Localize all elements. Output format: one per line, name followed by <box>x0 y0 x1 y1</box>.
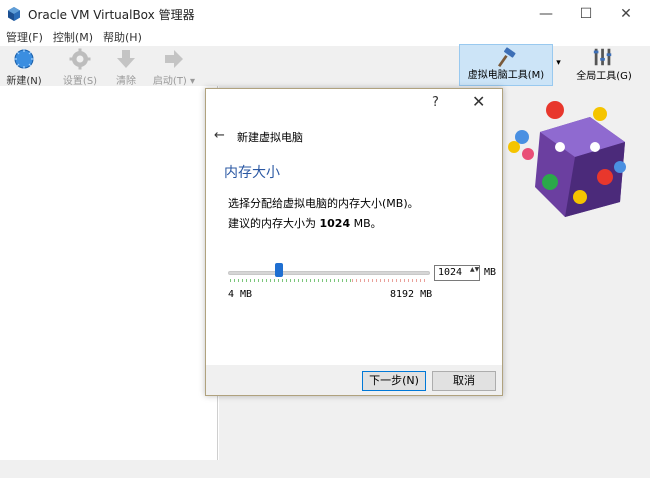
gear-icon <box>69 48 91 70</box>
recommended-memory-text: 建议的内存大小为 1024 MB。 <box>228 217 382 230</box>
menu-help[interactable]: 帮助(H) <box>103 29 142 45</box>
cancel-button[interactable]: 取消 <box>432 371 496 391</box>
start-arrow-icon <box>165 50 183 68</box>
new-vm-button[interactable]: 新建(N) <box>4 46 44 87</box>
menu-manage[interactable]: 管理(F) <box>6 29 43 45</box>
machine-tools-dropdown-icon[interactable]: ▾ <box>553 58 564 74</box>
menu-control[interactable]: 控制(M) <box>53 29 93 45</box>
slider-min-label: 4 MB <box>228 289 253 300</box>
wizard-title: 新建虚拟电脑 <box>237 131 303 144</box>
slider-max-label: 8192 MB <box>390 289 433 300</box>
new-vm-wizard-dialog: ? ✕ ← 新建虚拟电脑 内存大小 选择分配给虚拟电脑的内存大小(MB)。 建议… <box>205 88 503 396</box>
memory-slider-thumb[interactable] <box>275 263 284 277</box>
toolbar: 新建(N) 设置(S) 清除 启动(T) ▾ 虚拟电脑工具(M) ▾ 全局工具(… <box>0 44 650 87</box>
virtualbox-mascot-illustration <box>508 101 626 217</box>
start-button[interactable]: 启动(T) ▾ <box>150 46 198 87</box>
vm-list-panel[interactable] <box>0 86 218 460</box>
dialog-help-button[interactable]: ? <box>432 95 439 110</box>
new-vm-icon <box>14 49 34 69</box>
close-button[interactable]: ✕ <box>606 0 646 28</box>
memory-spinbox[interactable]: 1024 ▲▼ <box>434 265 480 281</box>
maximize-button[interactable]: ☐ <box>566 0 606 28</box>
memory-spinbox-value[interactable]: 1024 <box>438 267 462 278</box>
window-title: Oracle VM VirtualBox 管理器 <box>28 7 195 22</box>
settings-button[interactable]: 设置(S) <box>58 46 102 87</box>
machine-tools-label: 虚拟电脑工具(M) <box>467 70 545 81</box>
dialog-body: ← 新建虚拟电脑 内存大小 选择分配给虚拟电脑的内存大小(MB)。 建议的内存大… <box>206 117 502 365</box>
recommended-memory-value: 1024 <box>319 217 351 230</box>
new-vm-label: 新建(N) <box>6 76 42 87</box>
dialog-titlebar: ? ✕ <box>206 89 502 117</box>
overcommit-range-ticks <box>352 279 428 282</box>
minimize-button[interactable]: — <box>526 0 566 28</box>
memory-description: 选择分配给虚拟电脑的内存大小(MB)。 <box>228 197 419 210</box>
global-tools-label: 全局工具(G) <box>576 71 632 82</box>
global-tools-button[interactable]: 全局工具(G) <box>566 44 642 86</box>
memory-slider-track[interactable] <box>228 271 430 275</box>
recommended-range-ticks <box>230 279 352 282</box>
next-button[interactable]: 下一步(N) <box>362 371 426 391</box>
page-title: 内存大小 <box>224 165 280 181</box>
virtualbox-logo-icon <box>8 7 20 21</box>
machine-tools-button[interactable]: 虚拟电脑工具(M) <box>459 44 553 86</box>
back-arrow-icon[interactable]: ← <box>214 128 225 143</box>
start-label: 启动(T) ▾ <box>152 76 196 87</box>
clear-button[interactable]: 清除 <box>112 46 140 87</box>
memory-unit-label: MB <box>484 267 497 278</box>
settings-label: 设置(S) <box>62 76 98 87</box>
down-arrow-icon <box>117 50 135 68</box>
dialog-close-button[interactable]: ✕ <box>472 92 485 111</box>
spin-arrows-icon[interactable]: ▲▼ <box>470 267 479 279</box>
wrench-icon <box>593 48 612 66</box>
clear-label: 清除 <box>116 76 136 87</box>
window-titlebar: Oracle VM VirtualBox 管理器 — ☐ ✕ <box>0 0 650 28</box>
status-strip <box>0 460 650 478</box>
